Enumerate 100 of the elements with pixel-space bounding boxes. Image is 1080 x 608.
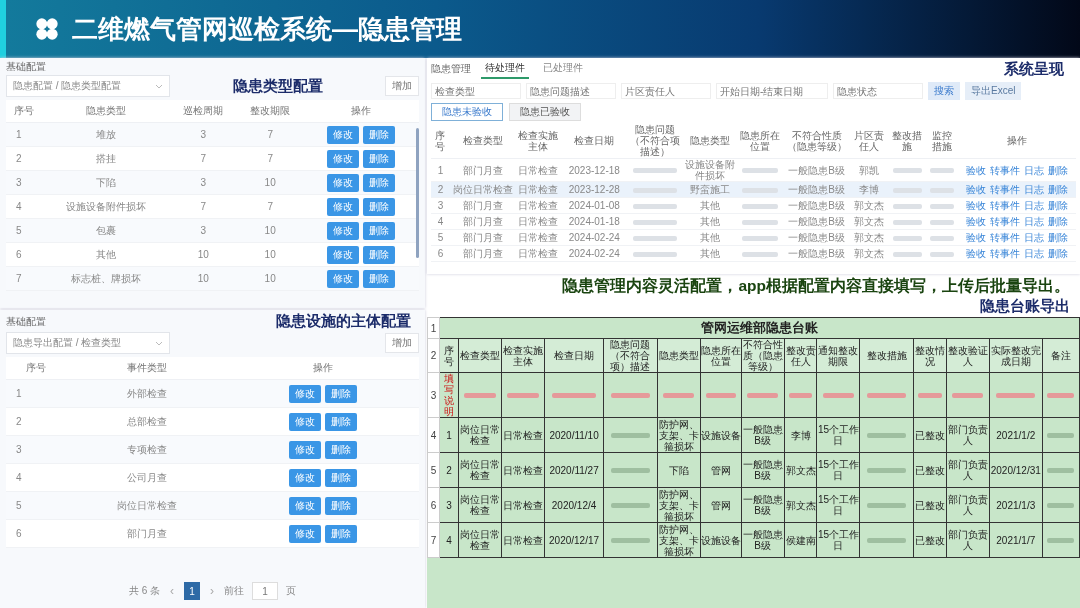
action-link[interactable]: 转事件 <box>989 232 1020 243</box>
scrollbar[interactable] <box>416 128 419 258</box>
sheet-cell: 岗位日常检查 <box>459 459 500 481</box>
column-header: 序号 <box>26 362 47 373</box>
table-cell: 6 <box>16 249 22 260</box>
action-link[interactable]: 转事件 <box>989 248 1020 259</box>
delete-button[interactable]: 删除 <box>325 468 358 487</box>
action-link[interactable]: 删除 <box>1047 184 1068 195</box>
delete-button[interactable]: 删除 <box>363 125 396 144</box>
delete-button[interactable]: 删除 <box>363 173 396 192</box>
action-link[interactable]: 日志 <box>1023 232 1044 243</box>
tab[interactable]: 待处理件 <box>481 59 529 79</box>
sheet-cell: 3 <box>446 499 452 511</box>
filter-field[interactable]: 开始日期-结束日期 <box>716 83 828 99</box>
edit-button[interactable]: 修改 <box>327 269 360 288</box>
column-header: 操作 <box>1006 135 1027 146</box>
table-cell: 6 <box>16 528 22 539</box>
sheet-cell: 一般隐患B级 <box>742 529 783 551</box>
delete-button[interactable]: 删除 <box>363 197 396 216</box>
filter-field[interactable]: 隐患状态 <box>833 83 923 99</box>
action-link[interactable]: 验收 <box>965 200 986 211</box>
blurred-text <box>610 468 650 474</box>
blurred-text <box>892 203 922 209</box>
sheet-cell: 一般隐患B级 <box>742 424 783 446</box>
add-button[interactable]: 增加 <box>385 76 419 96</box>
action-link[interactable]: 转事件 <box>989 184 1020 195</box>
tab[interactable]: 隐患已验收 <box>509 103 581 121</box>
edit-button[interactable]: 修改 <box>289 524 322 543</box>
page-button[interactable]: 1 <box>184 582 201 600</box>
table-cell: 郭文杰 <box>854 200 885 211</box>
table-cell: 3 <box>200 225 207 236</box>
action-link[interactable]: 验收 <box>965 232 986 243</box>
delete-button[interactable]: 删除 <box>325 524 358 543</box>
action-link[interactable]: 删除 <box>1047 216 1068 227</box>
action-link[interactable]: 删除 <box>1047 164 1068 176</box>
table-cell: 设施设备附件损坏 <box>66 200 147 212</box>
delete-button[interactable]: 删除 <box>325 384 358 403</box>
add-button[interactable]: 增加 <box>385 333 419 353</box>
edit-button[interactable]: 修改 <box>289 440 322 459</box>
edit-button[interactable]: 修改 <box>289 384 322 403</box>
edit-button[interactable]: 修改 <box>327 173 360 192</box>
sheet-cell: 管网 <box>710 499 731 511</box>
action-link[interactable]: 验收 <box>965 216 986 227</box>
delete-button[interactable]: 删除 <box>325 440 358 459</box>
action-link[interactable]: 日志 <box>1023 248 1044 259</box>
row-number: 1 <box>430 322 437 334</box>
search-button[interactable]: 搜索 <box>928 82 960 100</box>
table-cell: 4 <box>16 201 22 212</box>
action-link[interactable]: 转事件 <box>989 164 1020 176</box>
action-link[interactable]: 转事件 <box>989 200 1020 211</box>
action-link[interactable]: 验收 <box>965 184 986 195</box>
export-button[interactable]: 导出Excel <box>965 82 1022 100</box>
sheet-cell: 日常检查 <box>502 464 543 476</box>
tab[interactable]: 已处理件 <box>539 59 587 79</box>
previous-page-button[interactable]: ‹ <box>168 584 177 598</box>
edit-button[interactable]: 修改 <box>327 197 360 216</box>
tab[interactable]: 隐患未验收 <box>431 103 503 121</box>
column-header: 检查类型 <box>459 350 500 361</box>
action-link[interactable]: 验收 <box>965 248 986 259</box>
sheet-cell: 设施设备 <box>700 429 741 441</box>
edit-button[interactable]: 修改 <box>289 496 322 515</box>
edit-button[interactable]: 修改 <box>327 125 360 144</box>
delete-button[interactable]: 删除 <box>363 269 396 288</box>
filter-field[interactable]: 隐患问题描述 <box>526 83 616 99</box>
delete-button[interactable]: 删除 <box>363 221 396 240</box>
delete-button[interactable]: 删除 <box>325 496 358 515</box>
action-link[interactable]: 日志 <box>1023 216 1044 227</box>
edit-button[interactable]: 修改 <box>289 412 322 431</box>
action-link[interactable]: 日志 <box>1023 200 1044 211</box>
edit-button[interactable]: 修改 <box>327 149 360 168</box>
blurred-text <box>930 219 954 225</box>
table-cell: 下陷 <box>96 176 117 188</box>
action-link[interactable]: 验收 <box>965 164 986 176</box>
delete-button[interactable]: 删除 <box>363 245 396 264</box>
edit-button[interactable]: 修改 <box>327 221 360 240</box>
filter-field[interactable]: 片区责任人 <box>621 83 711 99</box>
action-link[interactable]: 删除 <box>1047 248 1068 259</box>
page-input[interactable]: 1 <box>252 582 279 600</box>
action-link[interactable]: 删除 <box>1047 200 1068 211</box>
edit-button[interactable]: 修改 <box>289 468 322 487</box>
sheet-cell: 4 <box>446 534 452 546</box>
delete-button[interactable]: 删除 <box>363 149 396 168</box>
table-cell: 外部检查 <box>127 387 167 399</box>
breadcrumb-select[interactable]: 隐患配置 / 隐患类型配置 <box>6 75 170 97</box>
action-link[interactable]: 转事件 <box>989 216 1020 227</box>
next-page-button[interactable]: › <box>208 584 217 598</box>
table-cell: 2024-02-24 <box>568 248 620 259</box>
action-link[interactable]: 日志 <box>1023 184 1044 195</box>
edit-button[interactable]: 修改 <box>327 245 360 264</box>
table-cell: 7 <box>267 201 273 212</box>
action-link[interactable]: 删除 <box>1047 232 1068 243</box>
delete-button[interactable]: 删除 <box>325 412 358 431</box>
blurred-text <box>788 393 813 399</box>
table-cell: 一般隐患B级 <box>788 184 845 195</box>
filter-field[interactable]: 检查类型 <box>431 83 521 99</box>
action-link[interactable]: 日志 <box>1023 164 1044 176</box>
blurred-text <box>930 168 954 174</box>
sheet-cell: 已整改 <box>914 534 945 546</box>
sheet-cell: 2020/12/31 <box>990 464 1041 476</box>
breadcrumb-select[interactable]: 隐患导出配置 / 检查类型 <box>6 332 170 354</box>
